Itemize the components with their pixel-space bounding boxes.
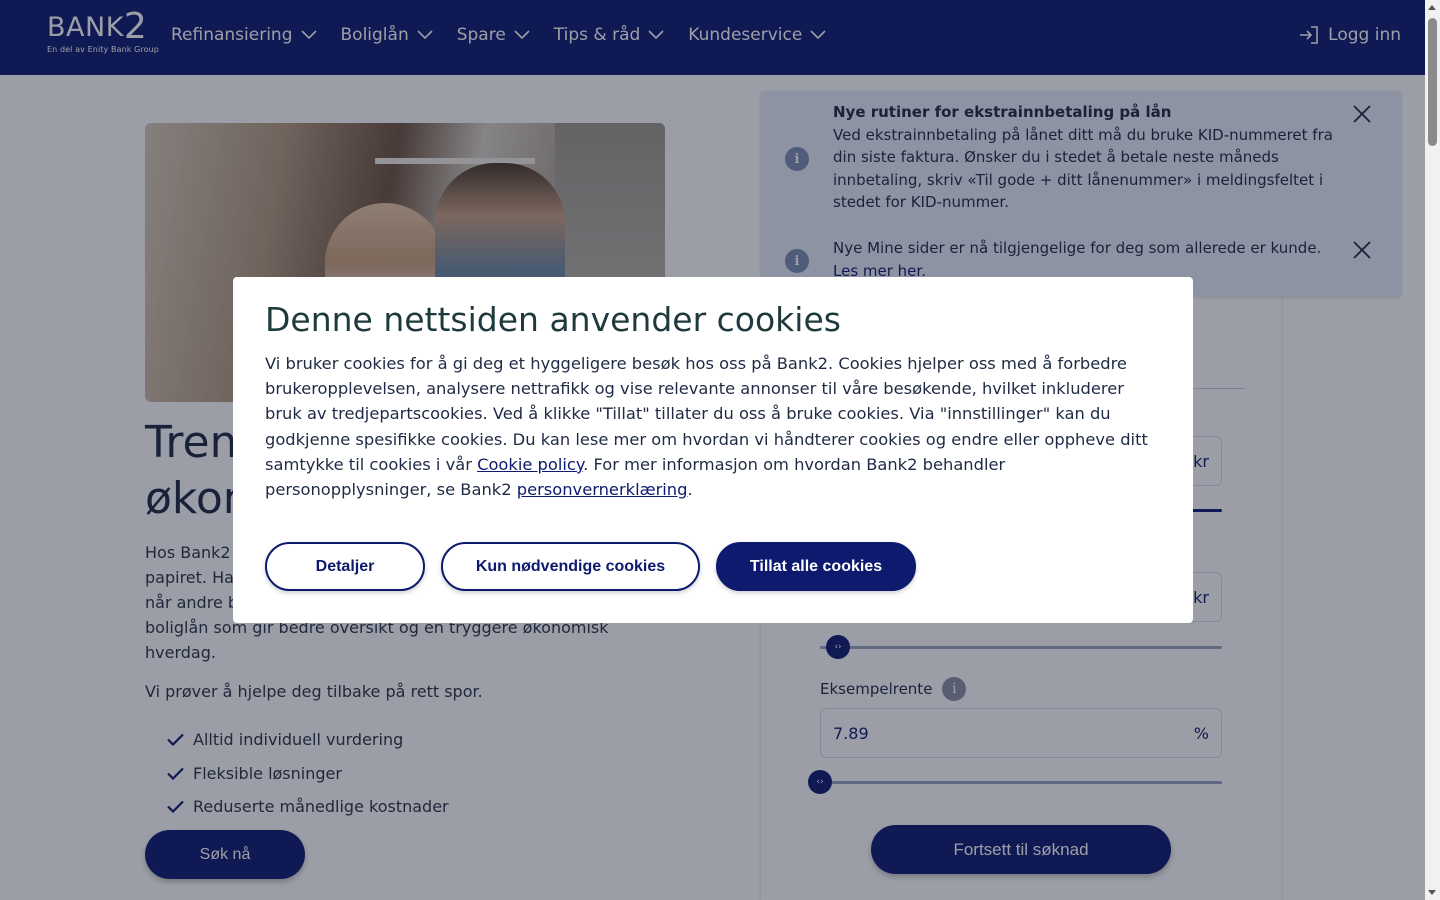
cookie-consent-dialog: Denne nettsiden anvender cookies Vi bruk…	[233, 277, 1193, 623]
cookie-dialog-body: Vi bruker cookies for å gi deg et hyggel…	[265, 351, 1161, 502]
scrollbar-thumb[interactable]	[1428, 18, 1437, 146]
necessary-cookies-button[interactable]: Kun nødvendige cookies	[441, 542, 700, 591]
privacy-policy-link[interactable]: personvernerklæring	[517, 480, 688, 499]
allow-all-cookies-button[interactable]: Tillat alle cookies	[716, 542, 916, 591]
details-button[interactable]: Detaljer	[265, 542, 425, 591]
scroll-down-arrow-icon[interactable]	[1428, 890, 1436, 895]
scroll-up-arrow-icon[interactable]	[1428, 5, 1436, 10]
page-scrollbar[interactable]	[1425, 0, 1440, 900]
cookie-button-row: Detaljer Kun nødvendige cookies Tillat a…	[265, 542, 932, 591]
cookie-dialog-title: Denne nettsiden anvender cookies	[265, 300, 841, 339]
cookie-body-text: .	[687, 480, 693, 500]
cookie-policy-link[interactable]: Cookie policy	[477, 455, 583, 474]
